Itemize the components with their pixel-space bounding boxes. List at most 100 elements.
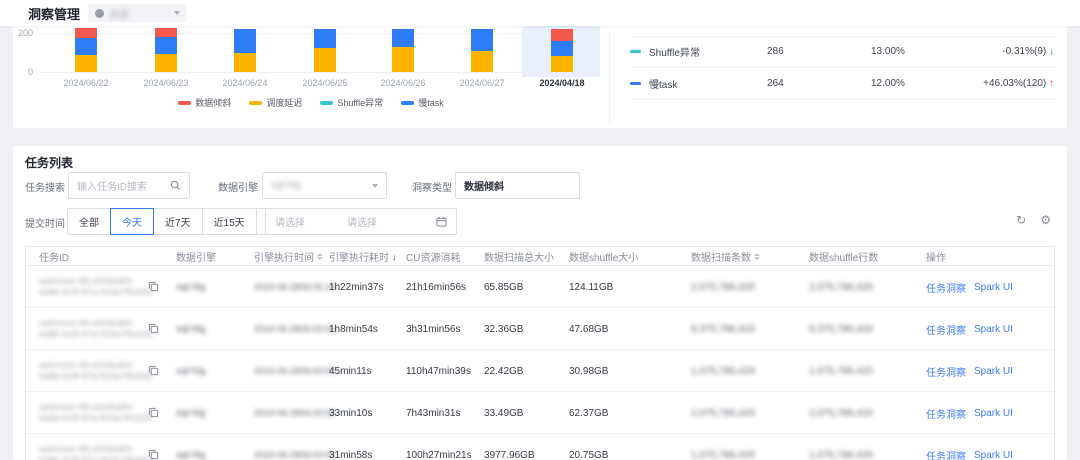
- spark-ui-link[interactable]: Spark UI: [974, 450, 1013, 460]
- region-selector[interactable]: 北京: [88, 4, 188, 22]
- insight-trend-chart: 200 0 2024/06/22 2024/06/23 2024/06/24 2024…: [13, 26, 609, 128]
- trend-down-icon: ↓: [1049, 46, 1054, 57]
- summary-row[interactable]: 慢task 264 12.00% +46.03%(120) ↑: [630, 68, 1054, 100]
- engine-select[interactable]: sql-hlg: [262, 172, 387, 199]
- bar-segment-调度延迟[interactable]: [234, 53, 256, 72]
- bar-segment-慢task[interactable]: [471, 28, 493, 51]
- summary-row[interactable]: Shuffle异常 286 13.00% -0.31%(9) ↓: [630, 36, 1054, 68]
- insight-type-input[interactable]: 数据倾斜: [455, 172, 580, 199]
- bar-segment-慢task[interactable]: [392, 29, 414, 48]
- bar-segment-调度延迟[interactable]: [392, 47, 414, 72]
- summary-label: Shuffle异常: [649, 48, 700, 59]
- x-axis-label[interactable]: 2024/06/27: [447, 78, 517, 88]
- bar-segment-调度延迟[interactable]: [155, 54, 177, 72]
- scan-size-cell: 33.49GB: [484, 407, 524, 419]
- task-insight-link[interactable]: 任务洞察: [926, 364, 966, 379]
- bar-segment-慢task[interactable]: [551, 41, 573, 57]
- spark-ui-link[interactable]: Spark UI: [974, 282, 1013, 293]
- settings-gear-icon[interactable]: ⚙: [1040, 214, 1051, 226]
- legend-label: 慢task: [418, 98, 444, 108]
- x-axis-label[interactable]: 2024/06/24: [210, 78, 280, 88]
- x-axis-label[interactable]: 2024/06/26: [368, 78, 438, 88]
- action-cell: 任务洞察 Spark UI: [926, 308, 1013, 350]
- table-row: optimizer-48-cb54ba84- ba8b-4c9f-87a-923a…: [26, 266, 1054, 308]
- task-search-input[interactable]: 输入任务ID搜索: [68, 172, 190, 199]
- copy-icon[interactable]: [148, 365, 159, 376]
- x-axis-label[interactable]: 2024/06/22: [51, 78, 121, 88]
- legend-item-Shuffle异常[interactable]: Shuffle异常: [320, 96, 383, 109]
- column-header-任务ID[interactable]: 任务ID: [39, 247, 69, 266]
- column-header-数据shuffle大小[interactable]: 数据shuffle大小: [569, 247, 638, 266]
- summary-label: 慢task: [649, 80, 678, 91]
- spark-ui-link[interactable]: Spark UI: [974, 366, 1013, 377]
- shuffle-size-cell: 124.11GB: [569, 281, 614, 293]
- sort-desc-icon[interactable]: ↓: [392, 252, 397, 262]
- column-header-操作[interactable]: 操作: [926, 247, 946, 266]
- bar-segment-数据倾斜[interactable]: [551, 28, 573, 41]
- bar-segment-调度延迟[interactable]: [551, 56, 573, 72]
- bar-segment-慢task[interactable]: [314, 29, 336, 49]
- task-insight-link[interactable]: 任务洞察: [926, 448, 966, 460]
- x-axis-label[interactable]: 2024/06/23: [131, 78, 201, 88]
- legend-item-调度延迟[interactable]: 调度延迟: [249, 96, 302, 109]
- search-icon[interactable]: [170, 180, 181, 191]
- column-header-数据扫描条数[interactable]: 数据扫描条数: [691, 247, 760, 266]
- shuffle-rows-cell: 2,075,786,420: [809, 281, 873, 293]
- refresh-icon[interactable]: ↻: [1016, 214, 1026, 226]
- copy-icon[interactable]: [148, 281, 159, 292]
- task-id-text: optimizer-48-cb54ba84- ba8b-4c9f-87a-923a…: [39, 402, 153, 423]
- sort-icon[interactable]: [754, 253, 760, 260]
- time-option-全部[interactable]: 全部: [67, 208, 111, 235]
- task-insight-link[interactable]: 任务洞察: [926, 406, 966, 421]
- search-label: 任务搜索: [25, 183, 65, 194]
- table-row: optimizer-48-cb54ba84- ba8b-4c9f-87a-923a…: [26, 392, 1054, 434]
- legend-label: 数据倾斜: [195, 98, 232, 108]
- region-selector-value: 北京: [109, 9, 130, 21]
- scan-size-cell: 32.36GB: [484, 323, 524, 335]
- bar-segment-慢task[interactable]: [234, 29, 256, 54]
- bar-segment-慢task[interactable]: [75, 38, 97, 56]
- legend-item-数据倾斜[interactable]: 数据倾斜: [178, 96, 231, 109]
- shuffle-size-cell: 62.37GB: [569, 407, 609, 419]
- bar-segment-调度延迟[interactable]: [75, 55, 97, 72]
- column-header-label: 数据shuffle行数: [809, 253, 879, 264]
- column-header-数据shuffle行数[interactable]: 数据shuffle行数: [809, 247, 878, 266]
- divider: [609, 32, 610, 124]
- exec-time-cell: 2024-06-28 06:03:00: [254, 365, 336, 376]
- bar-segment-调度延迟[interactable]: [471, 50, 493, 72]
- task-insight-link[interactable]: 任务洞察: [926, 322, 966, 337]
- engine-label: 数据引擎: [218, 183, 258, 194]
- column-header-引擎执行时间[interactable]: 引擎执行时间: [254, 247, 323, 266]
- column-header-引擎执行耗时[interactable]: 引擎执行耗时 ↓: [329, 247, 397, 266]
- table-row: optimizer-48-cb54ba84- ba8b-4c9f-87a-923a…: [26, 434, 1054, 460]
- time-option-近15天[interactable]: 近15天: [201, 208, 257, 235]
- time-option-今天[interactable]: 今天: [110, 208, 154, 235]
- bar-segment-数据倾斜[interactable]: [155, 28, 177, 38]
- copy-icon[interactable]: [148, 407, 159, 418]
- time-option-近7天[interactable]: 近7天: [153, 208, 203, 235]
- bar-segment-调度延迟[interactable]: [314, 48, 336, 72]
- scan-rows-cell: 1,075,786,420: [691, 365, 755, 377]
- x-axis-label[interactable]: 2024/06/25: [290, 78, 360, 88]
- column-header-数据引擎[interactable]: 数据引擎: [176, 247, 216, 266]
- x-axis-label[interactable]: 2024/04/18: [527, 78, 597, 88]
- copy-icon[interactable]: [148, 323, 159, 334]
- column-header-CU资源消耗[interactable]: CU资源消耗: [406, 247, 460, 266]
- scan-rows-cell: 1,075,786,420: [691, 449, 755, 460]
- column-header-数据扫描总大小[interactable]: 数据扫描总大小: [484, 247, 554, 266]
- sort-icon[interactable]: [317, 253, 323, 260]
- task-insight-link[interactable]: 任务洞察: [926, 280, 966, 295]
- spark-ui-link[interactable]: Spark UI: [974, 408, 1013, 419]
- cu-cell: 110h47min39s: [406, 365, 471, 377]
- shuffle-rows-cell: 1,075,786,420: [809, 365, 873, 377]
- task-id-cell: optimizer-48-cb54ba84- ba8b-4c9f-87a-923a…: [39, 434, 152, 460]
- legend-color-dash: [401, 100, 415, 105]
- legend-item-慢task[interactable]: 慢task: [401, 96, 444, 109]
- column-header-label: 任务ID: [39, 253, 69, 264]
- summary-change: +46.03%(120) ↑: [983, 78, 1054, 89]
- spark-ui-link[interactable]: Spark UI: [974, 324, 1013, 335]
- bar-segment-数据倾斜[interactable]: [75, 28, 97, 39]
- bar-segment-慢task[interactable]: [155, 37, 177, 55]
- date-range-picker[interactable]: 请选择 请选择: [265, 208, 457, 235]
- copy-icon[interactable]: [148, 449, 159, 460]
